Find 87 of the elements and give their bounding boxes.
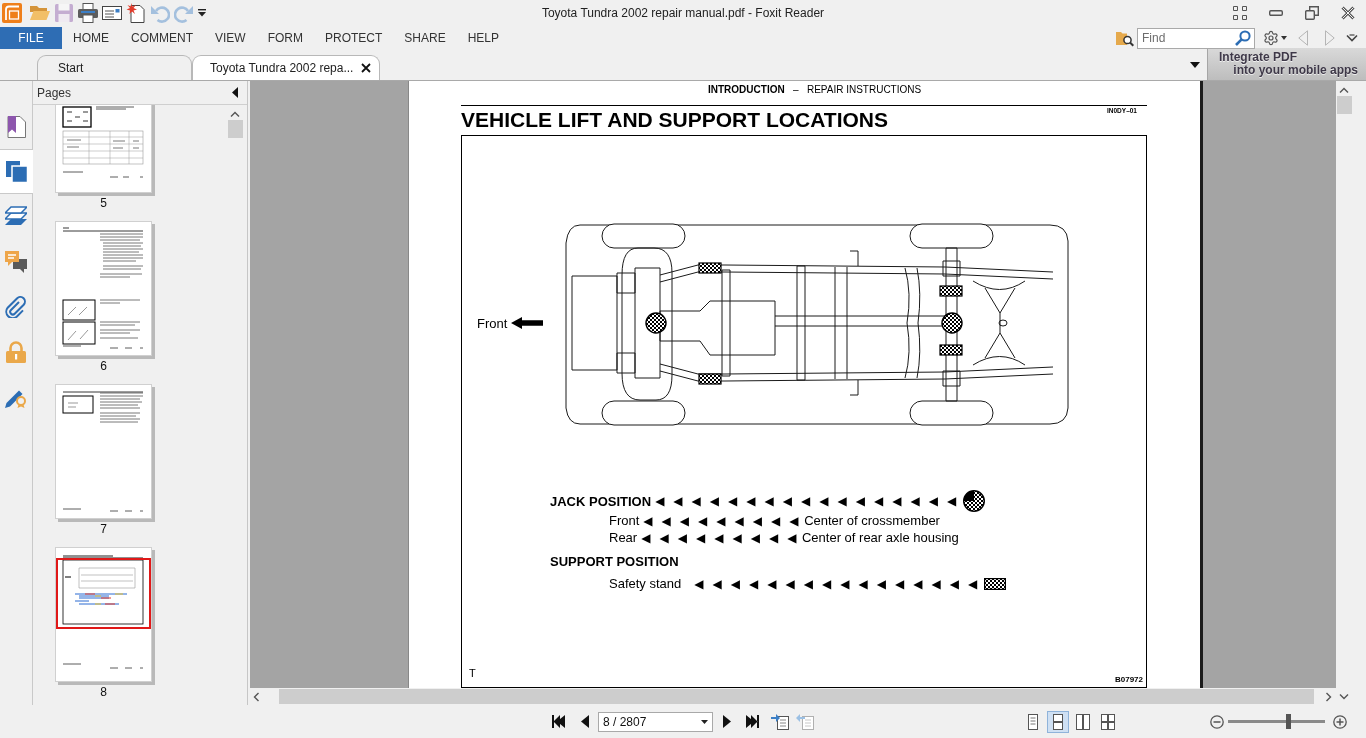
legend-label: Front (609, 513, 640, 528)
search-icon[interactable] (1235, 29, 1251, 46)
panel-title: Pages (37, 85, 72, 100)
ribbon-tab[interactable]: HOME (62, 27, 120, 49)
envelope-icon[interactable] (102, 3, 122, 23)
previous-page-icon[interactable] (581, 715, 589, 728)
page-number: 6 (100, 359, 107, 373)
slider-thumb[interactable] (1286, 714, 1292, 729)
figure-code: B07972 (1114, 675, 1143, 684)
layers-icon[interactable] (5, 205, 27, 228)
window-title: Toyota Tundra 2002 repair manual.pdf - Foxit Reader (541, 6, 825, 20)
page-number: 7 (100, 522, 107, 536)
legend-description: Center of rear axle housing (801, 530, 959, 545)
ribbon-tab[interactable]: SHARE (393, 27, 457, 49)
legend-label: Rear (609, 530, 638, 545)
paperclip-icon[interactable] (5, 295, 27, 318)
stacked-pages-icon[interactable] (5, 160, 28, 183)
page-thumbnail[interactable] (55, 384, 152, 519)
ribbon-tab[interactable]: FORM (256, 27, 314, 49)
scroll-up-icon[interactable] (1339, 87, 1349, 93)
scrollbar-thumb[interactable] (279, 689, 1314, 704)
ad-banner[interactable]: Integrate PDF into your mobile apps (1207, 48, 1366, 80)
page-number: 5 (100, 196, 107, 210)
document-tab[interactable]: Toyota Tundra 2002 repa... (192, 55, 380, 80)
leader-arrows: ◀ ◀ ◀ ◀ ◀ ◀ ◀ ◀ ◀ (641, 530, 799, 545)
direction-label: Front (477, 315, 508, 331)
settings-icon[interactable] (1263, 30, 1279, 46)
left-arrow-icon (511, 317, 544, 329)
page-thumbnail[interactable] (55, 221, 152, 356)
chevron-down-icon[interactable] (1346, 33, 1358, 43)
ribbon-tab[interactable]: HELP (456, 27, 511, 49)
banner-text: into your mobile apps (1233, 64, 1358, 77)
caret-icon[interactable] (1281, 36, 1287, 40)
page-number: 8 (100, 685, 107, 699)
leader-arrows: ◀ ◀ ◀ ◀ ◀ ◀ ◀ ◀ ◀ ◀ ◀ ◀ ◀ ◀ ◀ ◀ (694, 576, 980, 591)
speech-bubbles-icon[interactable] (5, 250, 27, 273)
scroll-left-icon[interactable] (253, 691, 259, 702)
legend-heading: SUPPORT POSITION (550, 554, 679, 569)
ribbon-tab[interactable]: FILE (0, 27, 62, 49)
zoom-out-icon[interactable] (1210, 714, 1224, 729)
first-page-icon[interactable] (552, 715, 565, 728)
scrollbar-thumb[interactable] (227, 120, 243, 138)
legend-description: Center of crossmember (804, 513, 940, 528)
panel-tab[interactable] (0, 149, 33, 194)
close-icon[interactable] (1341, 6, 1355, 20)
page-thumbnail[interactable] (55, 547, 152, 682)
last-page-icon[interactable] (746, 715, 759, 728)
page-number-field[interactable]: 8 / 2807 (598, 711, 713, 732)
next-page-icon[interactable] (723, 715, 731, 728)
document-tab[interactable]: Start (37, 55, 192, 80)
scrollbar-thumb[interactable] (1336, 96, 1352, 114)
ribbon-tab[interactable]: COMMENT (120, 27, 204, 49)
close-icon[interactable] (361, 63, 371, 73)
zoom-in-icon[interactable] (1333, 714, 1347, 729)
find-field[interactable]: Find (1137, 27, 1255, 49)
ribbon-tab[interactable]: PROTECT (314, 27, 394, 49)
leader-arrows: ◀ ◀ ◀ ◀ ◀ ◀ ◀ ◀ ◀ ◀ ◀ ◀ ◀ ◀ ◀ ◀ ◀ (655, 494, 959, 508)
bookmark-icon[interactable] (5, 115, 27, 138)
support-point-marker (698, 262, 722, 274)
support-point-marker (939, 344, 963, 356)
app-logo-icon[interactable] (2, 3, 22, 23)
support-point-icon (983, 577, 1006, 590)
collapse-icon[interactable] (232, 87, 238, 98)
jack-point-marker (941, 312, 964, 334)
page-title: VEHICLE LIFT AND SUPPORT LOCATIONS (461, 108, 888, 132)
fullscreen-icon[interactable] (1233, 6, 1247, 20)
folder-search-icon[interactable] (1116, 29, 1134, 47)
jack-point-icon (962, 490, 985, 512)
scroll-right-icon[interactable] (1326, 691, 1332, 702)
corner-mark: T (469, 667, 476, 679)
printer-icon[interactable] (78, 3, 98, 23)
running-header: INTRODUCTION – REPAIR INSTRUCTIONS (708, 84, 922, 96)
scroll-down-icon[interactable] (1339, 694, 1349, 700)
caret-icon[interactable] (1190, 62, 1200, 68)
legend-label: Safety stand (609, 576, 682, 591)
restore-icon[interactable] (1305, 6, 1319, 20)
support-point-marker (698, 373, 722, 385)
banner-text: Integrate PDF (1219, 51, 1297, 64)
dropdown-caret-icon[interactable] (701, 719, 708, 724)
scroll-up-icon[interactable] (230, 111, 240, 117)
support-point-marker (939, 285, 963, 297)
ribbon-tab[interactable]: VIEW (204, 27, 257, 49)
legend-heading: JACK POSITION (550, 493, 652, 509)
jack-point-marker (645, 312, 668, 334)
new-page-icon[interactable] (126, 3, 146, 23)
page-arrow-icon[interactable] (771, 713, 789, 730)
leader-arrows: ◀ ◀ ◀ ◀ ◀ ◀ ◀ ◀ ◀ (643, 513, 802, 528)
